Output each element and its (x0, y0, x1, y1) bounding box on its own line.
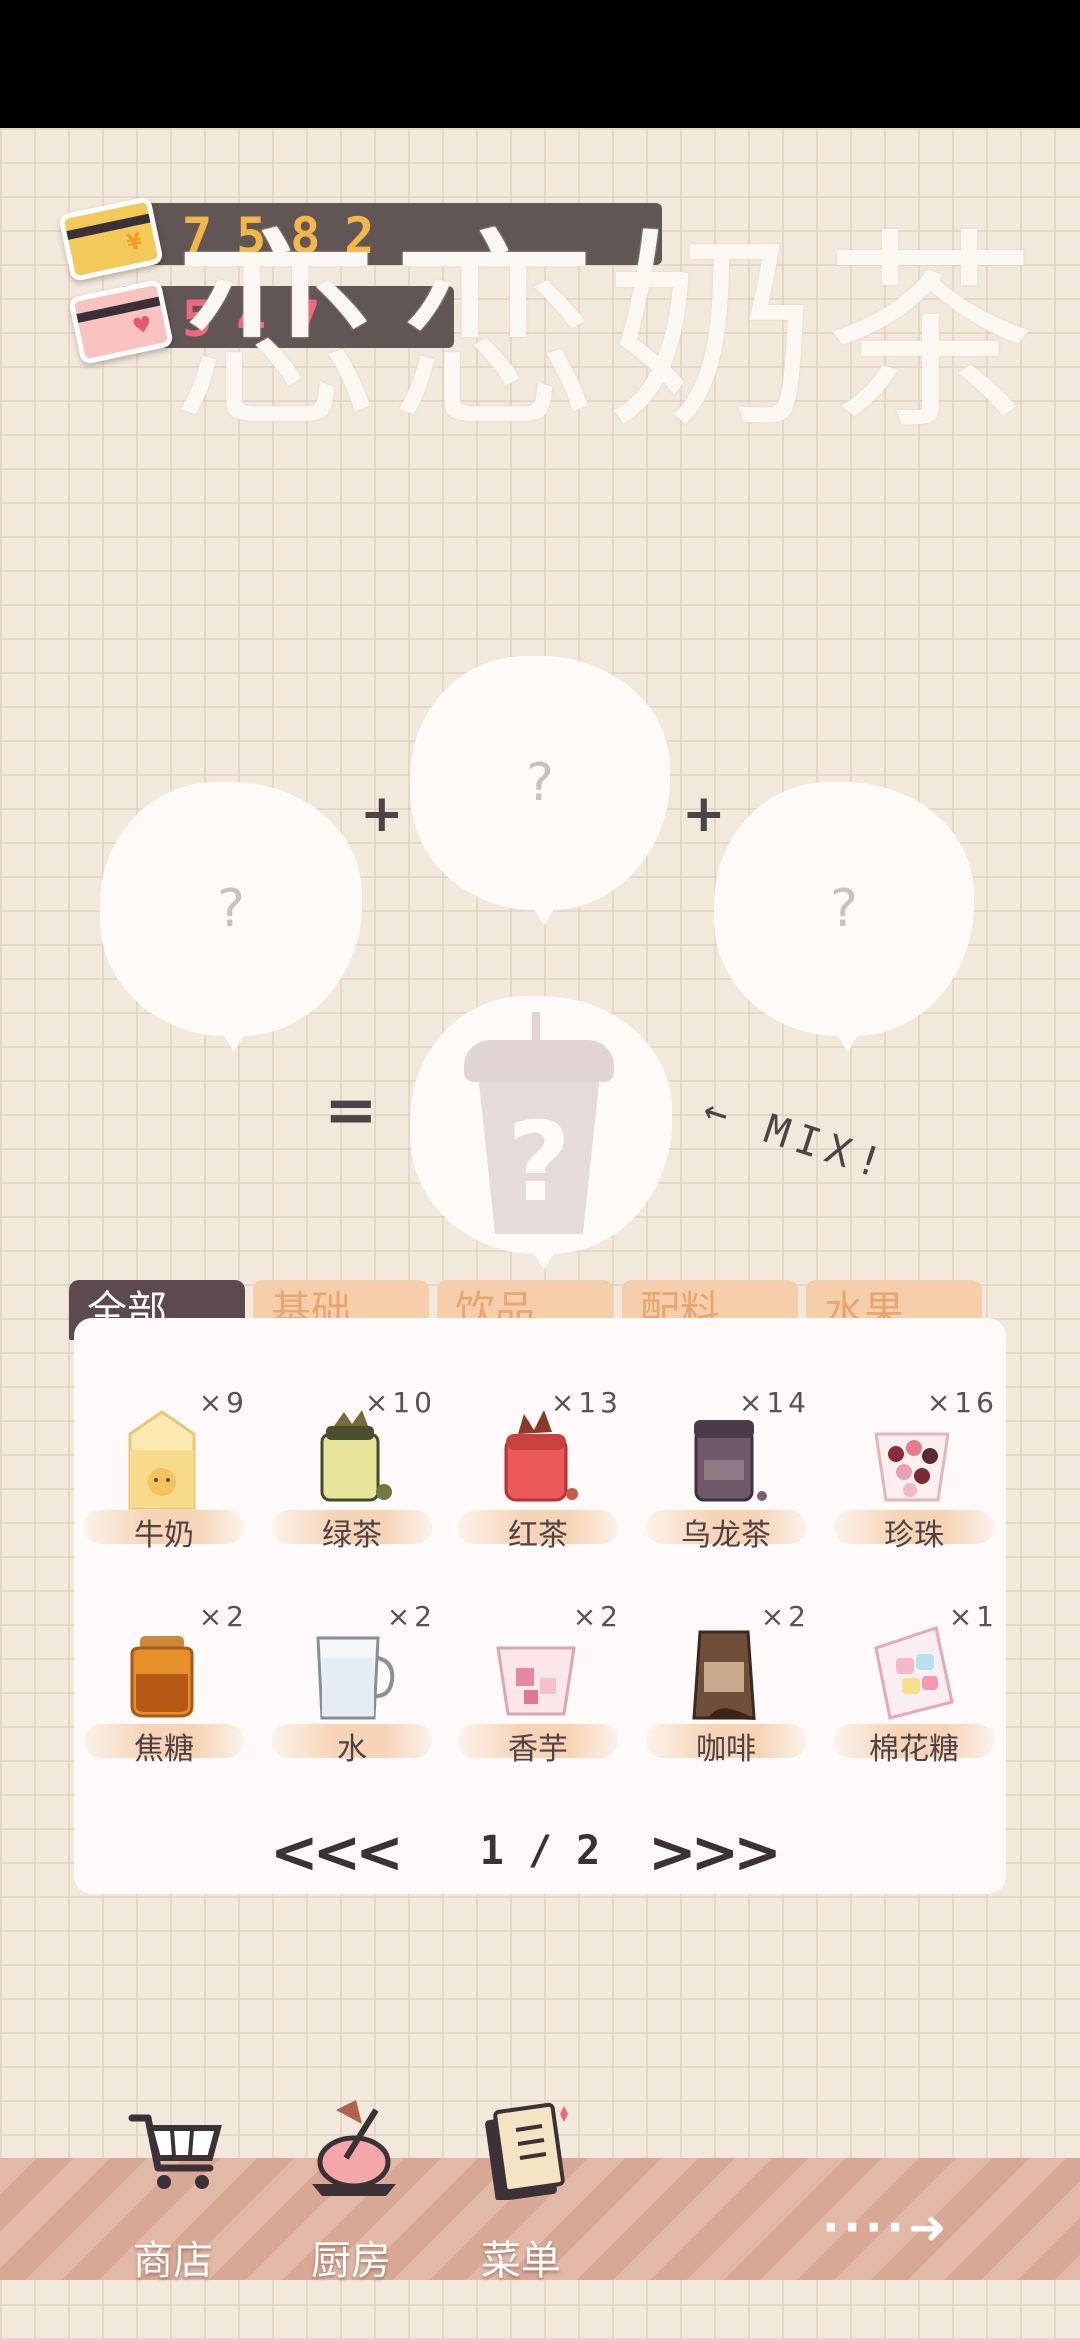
equals-sign: = (324, 1074, 378, 1148)
pagination: <<< 1 / 2 >>> (74, 1818, 1006, 1886)
kitchen-pot-icon (312, 2100, 396, 2196)
taro-cup-icon (496, 1646, 576, 1716)
item-name: 红茶 (508, 1518, 568, 1553)
plus-sign: + (682, 784, 726, 844)
ingredient-slot-1[interactable]: ? (100, 782, 362, 1052)
green-tea-jar-icon (320, 1410, 392, 1502)
nav-menu[interactable]: 菜单 (446, 2090, 596, 2290)
caramel-jar-icon (130, 1636, 194, 1718)
black-tea-jar-icon (504, 1410, 578, 1502)
item-count: ×1 (948, 1600, 998, 1633)
item-count: ×16 (926, 1386, 998, 1419)
milk-carton-icon (128, 1410, 196, 1510)
nav-kitchen[interactable]: 厨房 (276, 2090, 426, 2290)
coffee-bag-icon (692, 1630, 756, 1720)
ingredient-pearls[interactable]: ×16 珍珠 (826, 1386, 1002, 1586)
item-name: 棉花糖 (869, 1732, 959, 1767)
plus-sign: + (360, 784, 404, 844)
item-count: ×9 (198, 1386, 248, 1419)
item-name: 焦糖 (134, 1732, 194, 1767)
ingredient-water[interactable]: ×2 水 (264, 1600, 440, 1800)
ingredient-oolong-tea[interactable]: ×14 乌龙茶 (638, 1386, 814, 1586)
item-name: 咖啡 (696, 1732, 756, 1767)
item-count: ×10 (364, 1386, 436, 1419)
water-glass-icon (316, 1636, 395, 1720)
ingredient-green-tea[interactable]: ×10 绿茶 (264, 1386, 440, 1586)
item-count: ×2 (760, 1600, 810, 1633)
item-name: 牛奶 (134, 1518, 194, 1553)
item-count: ×14 (738, 1386, 810, 1419)
nav-shop[interactable]: 商店 (98, 2090, 248, 2290)
ingredient-caramel[interactable]: ×2 焦糖 (76, 1600, 252, 1800)
marshmallow-bag-icon (874, 1626, 954, 1720)
item-count: ×2 (386, 1600, 436, 1633)
ingredient-slot-2[interactable]: ? (410, 656, 670, 926)
inventory-panel: ×9 牛奶 ×10 绿茶 ×13 红茶 ×14 乌龙茶 ×16 珍珠 ×2 焦糖… (74, 1318, 1006, 1894)
slot-placeholder: ? (217, 879, 245, 939)
item-count: ×2 (572, 1600, 622, 1633)
pearls-cup-icon (874, 1432, 950, 1502)
ingredient-marshmallow[interactable]: ×1 棉花糖 (826, 1600, 1002, 1800)
shop-title: 恋恋奶茶 (170, 210, 1042, 457)
ingredient-coffee[interactable]: ×2 咖啡 (638, 1600, 814, 1800)
status-bar (0, 0, 1080, 128)
page-indicator: 1 / 2 (479, 1828, 601, 1874)
next-page-button[interactable]: >>> (648, 1818, 782, 1886)
shopping-cart-icon (128, 2114, 222, 2189)
item-name: 香芋 (508, 1732, 568, 1767)
item-name: 绿茶 (322, 1518, 382, 1553)
item-count: ×2 (198, 1600, 248, 1633)
ingredient-black-tea[interactable]: ×13 红茶 (450, 1386, 626, 1586)
slot-placeholder: ? (830, 879, 858, 939)
mystery-drink-icon: ? (464, 1012, 614, 1240)
nav-label: 商店 (133, 2238, 213, 2284)
item-name: 水 (337, 1732, 367, 1767)
slot-placeholder: ? (526, 753, 554, 813)
next-arrow-button[interactable]: ····➜ (822, 2200, 992, 2254)
oolong-tea-jar-icon (694, 1420, 767, 1502)
ingredient-taro[interactable]: ×2 香芋 (450, 1600, 626, 1800)
ingredient-milk[interactable]: ×9 牛奶 (76, 1386, 252, 1586)
item-count: ×13 (550, 1386, 622, 1419)
ingredient-slot-3[interactable]: ? (714, 782, 974, 1052)
nav-label: 厨房 (311, 2238, 391, 2284)
item-name: 珍珠 (884, 1518, 944, 1553)
item-name: 乌龙茶 (681, 1518, 771, 1553)
menu-book-icon (485, 2102, 568, 2200)
nav-label: 菜单 (481, 2238, 561, 2284)
